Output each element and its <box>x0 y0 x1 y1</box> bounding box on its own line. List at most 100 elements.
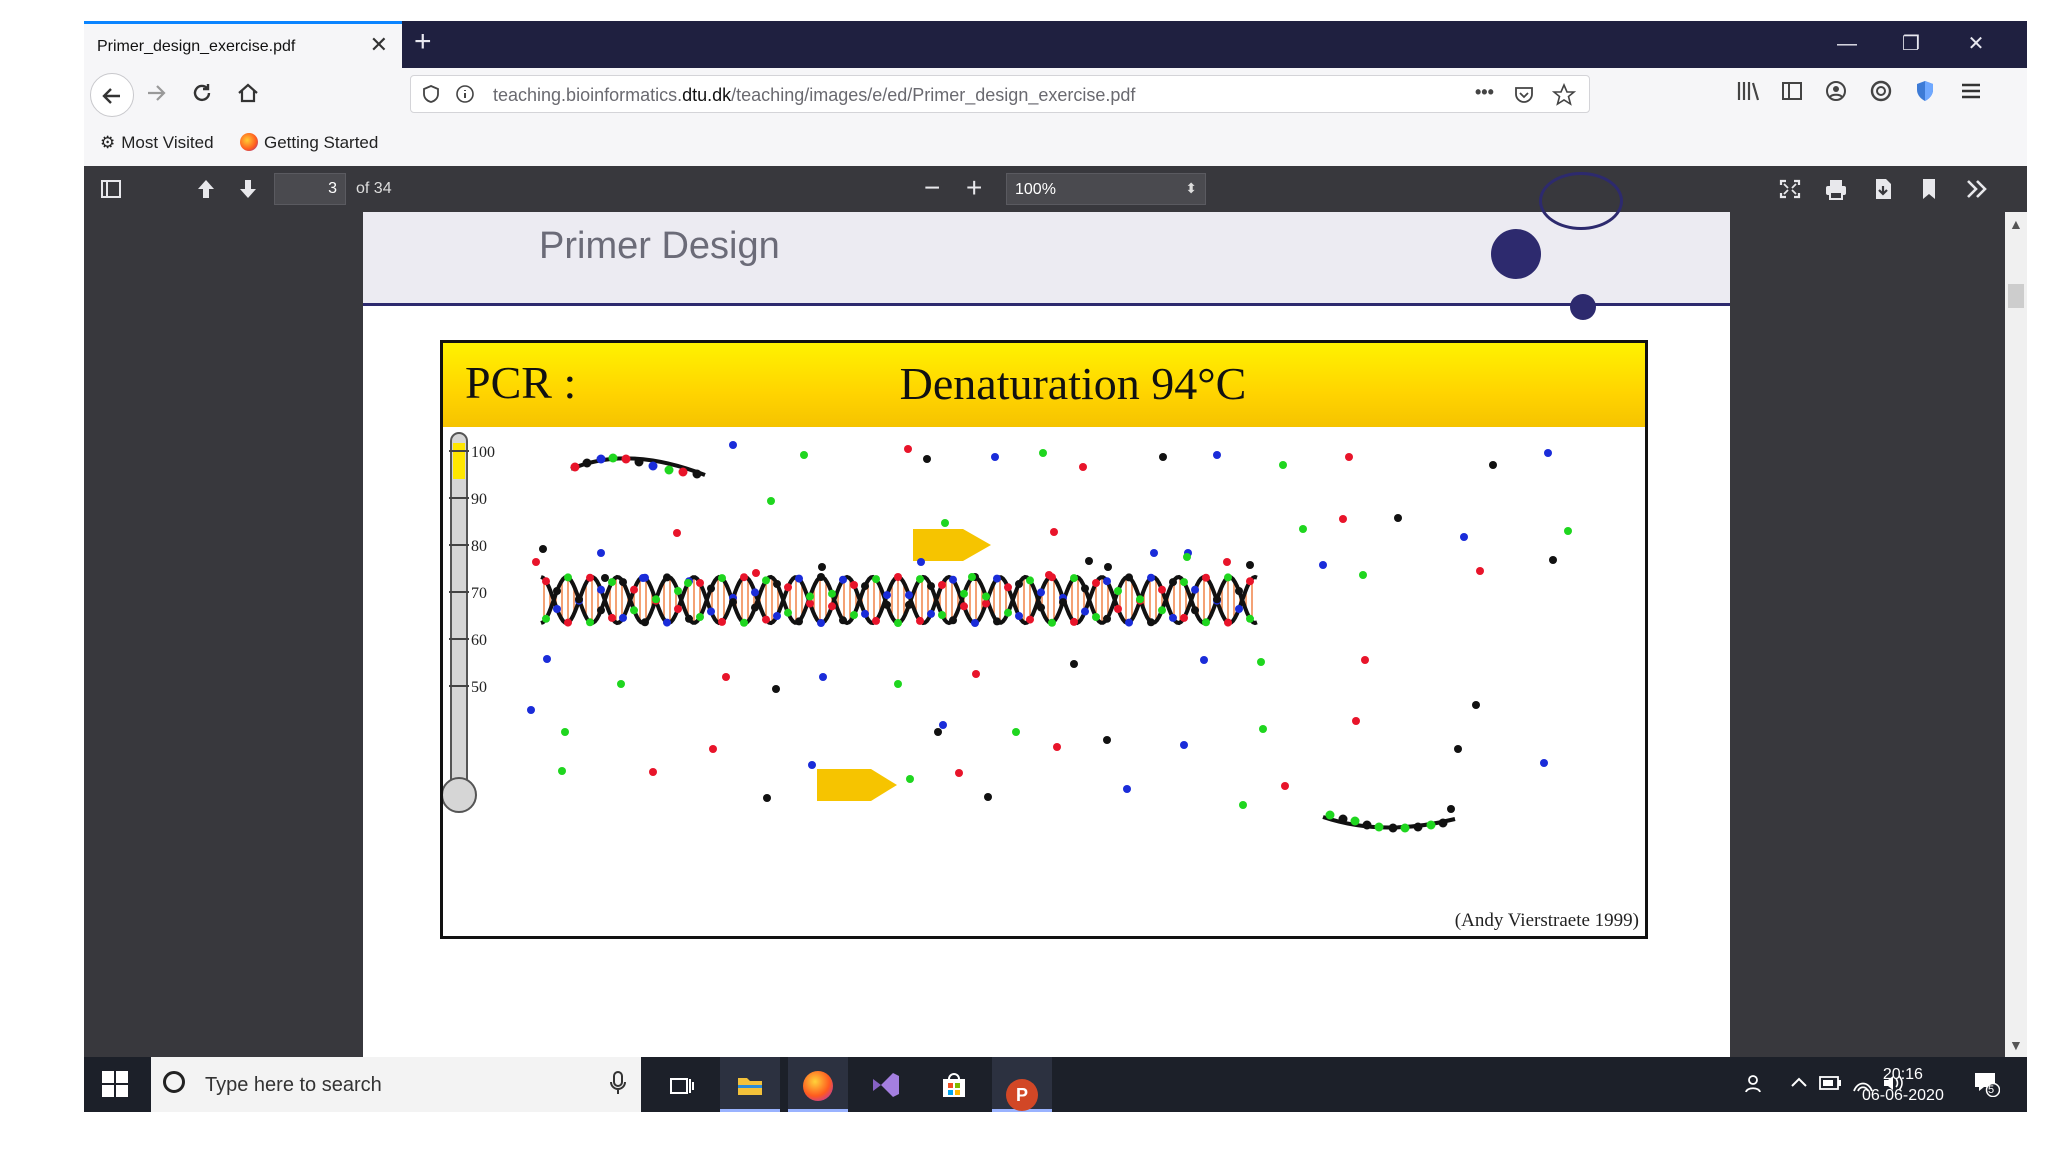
helix-nucleotide <box>619 613 627 622</box>
windows-start-icon[interactable] <box>102 1071 128 1097</box>
strand-nucleotide <box>1374 822 1384 832</box>
tab-strip: Primer_design_exercise.pdf ✕ + — ❐ ✕ <box>84 21 2027 68</box>
pocket-icon[interactable] <box>1513 84 1535 106</box>
free-nucleotide <box>1352 717 1360 725</box>
sync-icon[interactable] <box>1869 79 1893 103</box>
bookmark-icon[interactable] <box>1920 177 1938 201</box>
new-tab-button[interactable]: + <box>414 25 432 59</box>
battery-icon[interactable] <box>1818 1075 1842 1091</box>
presentation-mode-icon[interactable] <box>1778 178 1802 200</box>
clock[interactable]: 20:16 06-06-2020 <box>1862 1064 1944 1106</box>
bookmark-most-visited[interactable]: ⚙ Most Visited <box>100 133 214 153</box>
free-nucleotide <box>968 573 976 581</box>
action-center-icon[interactable] <box>1972 1069 2000 1097</box>
info-icon[interactable] <box>455 84 475 104</box>
zoom-in-button[interactable]: + <box>966 172 982 204</box>
scroll-thumb[interactable] <box>2008 284 2024 308</box>
print-icon[interactable] <box>1824 178 1848 200</box>
strand-nucleotide <box>608 453 618 463</box>
helix-nucleotide <box>1026 615 1034 624</box>
home-button[interactable] <box>230 74 266 110</box>
previous-page-icon[interactable] <box>194 177 218 201</box>
helix-nucleotide <box>784 583 792 592</box>
taskbar-search[interactable]: Type here to search <box>151 1057 641 1112</box>
free-nucleotide <box>1039 449 1047 457</box>
helix-nucleotide <box>773 612 781 620</box>
helix-nucleotide <box>784 608 792 617</box>
helix-nucleotide <box>817 573 825 581</box>
free-nucleotide <box>1359 571 1367 579</box>
helix-nucleotide <box>1180 578 1188 587</box>
menu-icon[interactable] <box>1959 79 1983 103</box>
slide-credit: (Andy Vierstraete 1999) <box>1454 910 1639 931</box>
free-nucleotide <box>752 569 760 577</box>
pdf-viewer[interactable]: Primer Design PCR : Denaturation 94°C 10… <box>84 172 2027 1057</box>
free-nucleotide <box>772 685 780 693</box>
free-nucleotide <box>767 497 775 505</box>
powerpoint-icon[interactable]: P <box>992 1057 1052 1112</box>
tools-chevron-icon[interactable] <box>1964 178 1990 200</box>
microphone-icon[interactable] <box>609 1070 627 1096</box>
reload-button[interactable] <box>184 74 220 110</box>
back-button[interactable] <box>90 73 134 117</box>
free-nucleotide <box>532 558 540 566</box>
restore-button[interactable]: ❐ <box>1891 29 1931 59</box>
privacy-badger-icon[interactable] <box>1913 79 1937 103</box>
helix-nucleotide <box>960 589 968 598</box>
page-number-input[interactable]: 3 <box>274 173 346 205</box>
slide-title: Denaturation 94°C <box>899 358 1247 409</box>
page-actions-icon[interactable]: ••• <box>1475 82 1494 103</box>
task-view-icon[interactable] <box>652 1057 712 1112</box>
scroll-up-icon[interactable]: ▲ <box>2009 216 2023 232</box>
address-bar[interactable]: teaching.bioinformatics.dtu.dk/teaching/… <box>410 75 1590 113</box>
forward-button[interactable] <box>138 74 174 110</box>
microsoft-store-icon[interactable] <box>924 1057 984 1112</box>
helix-nucleotide <box>630 606 638 615</box>
free-nucleotide <box>1319 561 1327 569</box>
helix-nucleotide <box>795 617 803 626</box>
strand-nucleotide <box>621 454 631 464</box>
free-nucleotide <box>649 768 657 776</box>
helix-nucleotide <box>1169 613 1177 622</box>
zoom-out-button[interactable]: − <box>924 172 940 204</box>
decorative-dot-small <box>1570 294 1596 320</box>
free-nucleotide <box>1489 461 1497 469</box>
close-window-button[interactable]: ✕ <box>1956 29 1996 59</box>
minimize-button[interactable]: — <box>1827 29 1867 59</box>
free-nucleotide <box>1045 571 1053 579</box>
strand-nucleotide <box>596 454 606 464</box>
chevron-up-icon[interactable] <box>1790 1075 1808 1089</box>
helix-nucleotide <box>542 577 550 586</box>
free-nucleotide <box>1447 805 1455 813</box>
bookmark-star-icon[interactable] <box>1552 83 1576 107</box>
firefox-taskbar-icon[interactable] <box>788 1057 848 1112</box>
browser-tab[interactable]: Primer_design_exercise.pdf ✕ <box>84 21 402 68</box>
strand-nucleotide <box>692 469 702 479</box>
helix-nucleotide <box>663 573 671 582</box>
zoom-select[interactable]: 100% ⬍ <box>1006 173 1206 205</box>
scroll-down-icon[interactable]: ▼ <box>2009 1037 2023 1053</box>
helix-nucleotide <box>553 605 561 613</box>
vertical-scrollbar[interactable]: ▲ ▼ <box>2005 212 2027 1057</box>
home-icon <box>238 83 258 103</box>
helix-nucleotide <box>597 585 605 594</box>
tab-close-icon[interactable]: ✕ <box>370 32 388 58</box>
file-explorer-icon[interactable] <box>720 1057 780 1112</box>
free-nucleotide <box>1085 557 1093 565</box>
free-nucleotide <box>1150 549 1158 557</box>
visual-studio-icon[interactable] <box>856 1057 916 1112</box>
shield-icon[interactable] <box>421 84 441 104</box>
helix-nucleotide <box>839 616 847 625</box>
people-icon[interactable] <box>1744 1072 1766 1094</box>
bookmark-label: Getting Started <box>264 133 379 152</box>
toggle-sidebar-icon[interactable] <box>100 178 122 200</box>
bookmark-getting-started[interactable]: Getting Started <box>240 133 378 153</box>
save-icon[interactable] <box>1872 177 1894 201</box>
free-nucleotide <box>1012 728 1020 736</box>
free-nucleotide <box>1257 658 1265 666</box>
library-icon[interactable] <box>1736 79 1762 103</box>
sidebar-icon[interactable] <box>1780 79 1804 103</box>
helix-nucleotide <box>1103 577 1111 586</box>
next-page-icon[interactable] <box>236 177 260 201</box>
account-icon[interactable] <box>1824 79 1848 103</box>
